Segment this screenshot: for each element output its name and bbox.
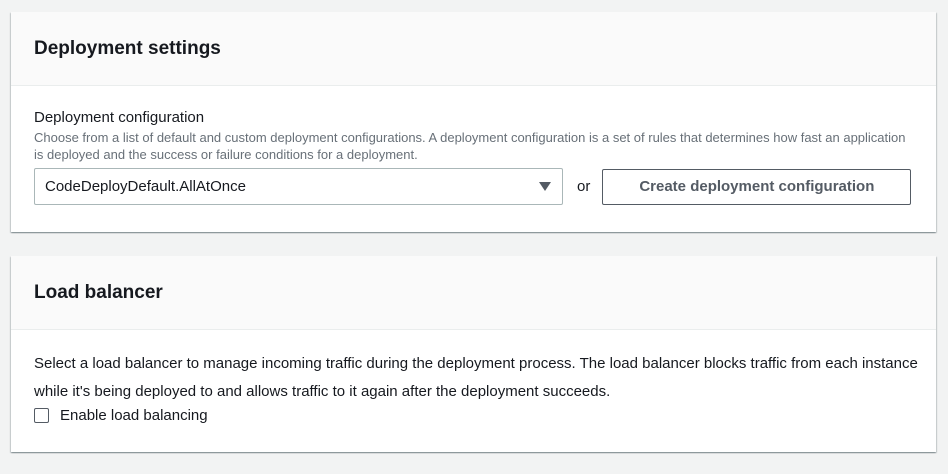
caret-down-icon <box>539 182 551 191</box>
enable-load-balancing-checkbox[interactable] <box>34 408 49 423</box>
load-balancer-body: Select a load balancer to manage incomin… <box>11 330 936 424</box>
load-balancer-title: Load balancer <box>34 281 163 303</box>
or-separator: or <box>577 178 591 195</box>
deployment-settings-title: Deployment settings <box>34 37 221 59</box>
enable-load-balancing-option[interactable]: Enable load balancing <box>34 407 913 424</box>
load-balancer-panel: Load balancer Select a load balancer to … <box>11 256 936 452</box>
deployment-configuration-row: CodeDeployDefault.AllAtOnce or Create de… <box>34 168 913 205</box>
deployment-settings-body: Deployment configuration Choose from a l… <box>11 86 936 205</box>
load-balancer-description: Select a load balancer to manage incomin… <box>34 355 918 400</box>
enable-load-balancing-label[interactable]: Enable load balancing <box>60 407 208 424</box>
deployment-settings-header: Deployment settings <box>11 12 936 86</box>
deployment-configuration-select[interactable]: CodeDeployDefault.AllAtOnce <box>34 168 563 205</box>
deployment-configuration-label: Deployment configuration <box>34 109 205 126</box>
create-deployment-configuration-button[interactable]: Create deployment configuration <box>602 168 912 205</box>
deployment-configuration-selected-value: CodeDeployDefault.AllAtOnce <box>45 178 246 195</box>
deployment-configuration-description: Choose from a list of default and custom… <box>34 130 906 162</box>
deployment-settings-panel: Deployment settings Deployment configura… <box>11 12 936 232</box>
load-balancer-header: Load balancer <box>11 256 936 330</box>
